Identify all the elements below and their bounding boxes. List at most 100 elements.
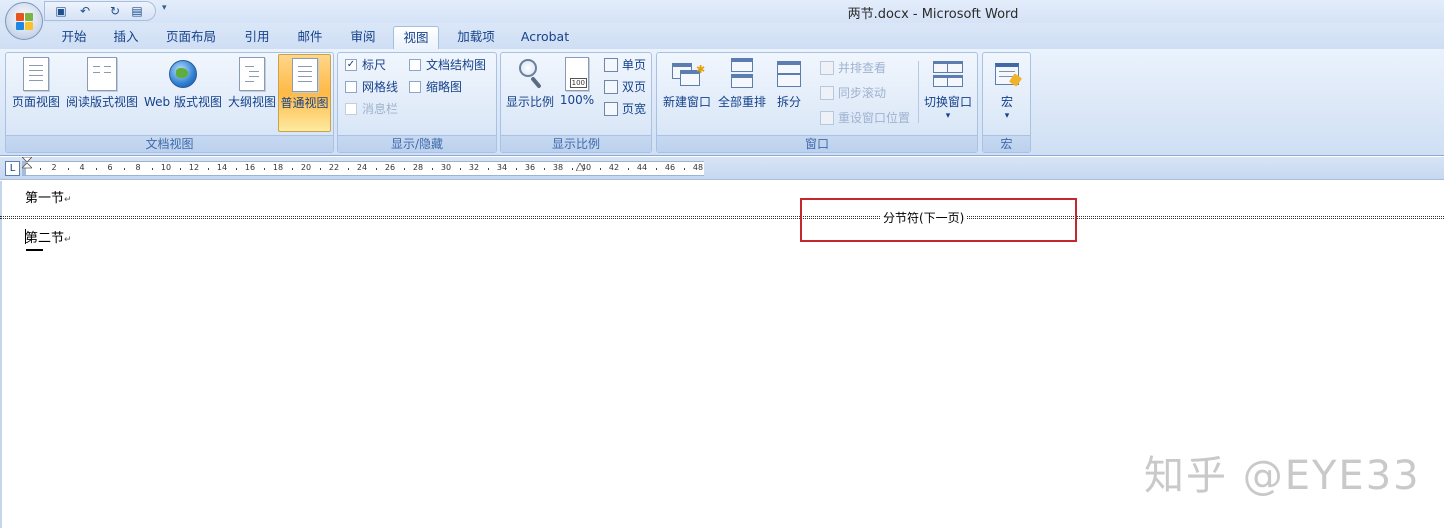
tab-page-layout[interactable]: 页面布局 (160, 26, 222, 49)
ruler-tick-mark (320, 168, 321, 170)
sync-scroll-icon (820, 86, 834, 100)
window-title: 两节.docx - Microsoft Word (847, 7, 1019, 22)
cursor-underline (26, 249, 43, 251)
group-label-macros: 宏 (983, 135, 1030, 152)
ruler-tick-label: 44 (636, 163, 648, 172)
print-layout-label: 页面视图 (11, 95, 60, 109)
document-area[interactable]: 第一节↵ 分节符(下一页) 第二节↵ 知乎 @EYE33 (0, 181, 1444, 528)
left-indent-marker[interactable] (22, 157, 32, 169)
zoom-100-button[interactable]: 100 100% (557, 55, 597, 129)
ruler-tick-mark (404, 168, 405, 170)
switch-windows-label: 切换窗口 (923, 95, 972, 109)
group-label-window: 窗口 (657, 135, 977, 152)
switch-windows-button[interactable]: 切换窗口 ▾ (921, 55, 975, 131)
ruler-tick-mark (264, 168, 265, 170)
tab-references[interactable]: 引用 (236, 26, 278, 49)
web-layout-icon (169, 60, 197, 88)
ribbon-tabs: 开始 插入 页面布局 引用 邮件 审阅 视图 加载项 Acrobat (0, 23, 1444, 49)
split-label: 拆分 (776, 95, 801, 109)
ruler-tick-mark (68, 168, 69, 170)
ribbon: 页面视图 阅读版式视图 Web 版式视图 大纲视图 普通视图 文档视图 ✓ 标尺… (0, 49, 1444, 156)
draft-view-label: 普通视图 (280, 96, 329, 110)
split-button[interactable]: 拆分 (769, 55, 809, 129)
group-label-show-hide: 显示/隐藏 (338, 135, 496, 152)
tab-mailings[interactable]: 邮件 (289, 26, 331, 49)
side-by-side-icon (820, 61, 834, 75)
ruler-tick-mark (292, 168, 293, 170)
ruler-tick-label: 48 (692, 163, 704, 172)
reset-window-icon (820, 111, 834, 125)
web-layout-button[interactable]: Web 版式视图 (140, 55, 226, 129)
web-layout-label: Web 版式视图 (144, 95, 222, 109)
group-label-document-views: 文档视图 (6, 135, 333, 152)
ruler-tick-mark (152, 168, 153, 170)
group-zoom: 显示比例 100 100% 单页 双页 页宽 显示比例 (500, 52, 652, 153)
tab-acrobat[interactable]: Acrobat (514, 26, 576, 49)
section-1-text: 第一节 (25, 191, 65, 206)
ruler-tick-label: 10 (160, 163, 172, 172)
ruler-tick-mark (488, 168, 489, 170)
ruler-tick-mark (432, 168, 433, 170)
zoom-button[interactable]: 显示比例 (504, 55, 556, 129)
tab-view[interactable]: 视图 (393, 26, 439, 49)
ruler-tick-mark (600, 168, 601, 170)
watermark: 知乎 @EYE33 (1144, 453, 1421, 499)
tab-addins[interactable]: 加载项 (450, 26, 502, 49)
ruler-tick-mark (236, 168, 237, 170)
ruler-check-icon: ✓ (345, 59, 357, 71)
tab-insert[interactable]: 插入 (104, 26, 148, 49)
separator (918, 61, 919, 123)
ruler-tick-mark (348, 168, 349, 170)
draft-view-button[interactable]: 普通视图 (278, 54, 331, 132)
ruler-tick-label: 2 (51, 163, 57, 172)
zoom-100-icon: 100 (565, 57, 589, 91)
group-document-views: 页面视图 阅读版式视图 Web 版式视图 大纲视图 普通视图 文档视图 (5, 52, 334, 153)
right-indent-marker[interactable] (576, 163, 584, 171)
paragraph-mark: ↵ (64, 235, 72, 245)
group-label-zoom: 显示比例 (501, 135, 651, 152)
draft-view-icon (291, 58, 318, 92)
tab-selector[interactable]: L (5, 161, 20, 176)
tab-review[interactable]: 审阅 (342, 26, 384, 49)
outline-label: 大纲视图 (227, 95, 276, 109)
group-window: ✱ 新建窗口 全部重排 拆分 并排查看 同步滚动 重设窗口位置 切换窗口 ▾ 窗… (656, 52, 978, 153)
ruler-tick-label: 12 (188, 163, 200, 172)
horizontal-ruler[interactable]: 2 4 6 8 10 12 14 16 18 20 22 24 26 28 30 32 34 36 38 40 42 44… (22, 161, 704, 176)
one-page-icon (604, 58, 618, 72)
page-width-icon (604, 102, 618, 116)
switch-windows-icon (931, 57, 965, 91)
split-icon (772, 57, 806, 91)
office-logo-icon (16, 13, 33, 30)
new-window-button[interactable]: ✱ 新建窗口 (660, 55, 714, 129)
full-screen-reading-button[interactable]: 阅读版式视图 (64, 55, 140, 129)
ruler-bar: L 2 4 6 8 10 12 14 16 18 20 22 24 26 28 30 32 34 36 38 40 42… (0, 157, 1444, 180)
paragraph-mark: ↵ (64, 195, 72, 205)
outline-icon (239, 57, 265, 91)
zoom-100-label: 100% (559, 93, 595, 107)
ruler-tick-label: 38 (552, 163, 564, 172)
paragraph-section-1[interactable]: 第一节↵ (25, 187, 72, 206)
new-window-icon: ✱ (670, 57, 705, 91)
ruler-tick-label: 4 (79, 163, 85, 172)
arrange-all-button[interactable]: 全部重排 (715, 55, 769, 129)
ruler-tick-label: 8 (135, 163, 141, 172)
ruler-tick-mark (684, 168, 685, 170)
ruler-tick-label: 30 (440, 163, 452, 172)
ruler-tick-label: 32 (468, 163, 480, 172)
print-layout-button[interactable]: 页面视图 (8, 55, 64, 129)
switch-windows-dropdown-icon: ▾ (945, 111, 951, 121)
outline-button[interactable]: 大纲视图 (226, 55, 278, 129)
tab-home[interactable]: 开始 (52, 26, 96, 49)
ruler-tick-mark (572, 168, 573, 170)
ruler-tick-label: 16 (244, 163, 256, 172)
office-button[interactable] (5, 2, 43, 40)
macros-button[interactable]: 宏 ▾ (986, 55, 1028, 129)
new-window-label: 新建窗口 (662, 95, 711, 109)
group-macros: 宏 ▾ 宏 (982, 52, 1031, 153)
paragraph-section-2[interactable]: 第二节↵ (25, 227, 72, 246)
ruler-tick-mark (516, 168, 517, 170)
ruler-tick-label: 14 (216, 163, 228, 172)
ruler-tick-mark (208, 168, 209, 170)
title-bar: ▣ ↶ ↻ ▤ ▾ 两节.docx - Microsoft Word (0, 0, 1444, 23)
arrange-all-icon (725, 57, 759, 91)
